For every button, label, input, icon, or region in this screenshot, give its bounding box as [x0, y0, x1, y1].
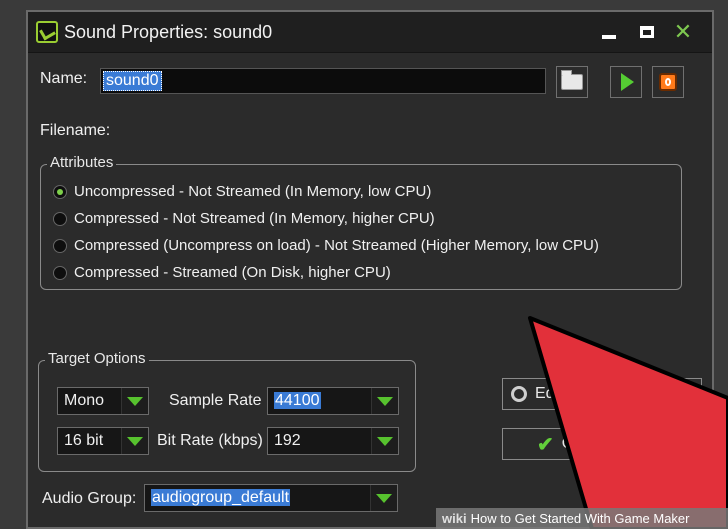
watermark: wiki How to Get Started With Game Maker: [436, 508, 728, 529]
arrow-shape: [528, 316, 728, 529]
watermark-brand: wiki: [442, 511, 467, 526]
watermark-text: How to Get Started With Game Maker: [470, 511, 690, 526]
red-pointer-arrow-icon: [528, 316, 728, 529]
